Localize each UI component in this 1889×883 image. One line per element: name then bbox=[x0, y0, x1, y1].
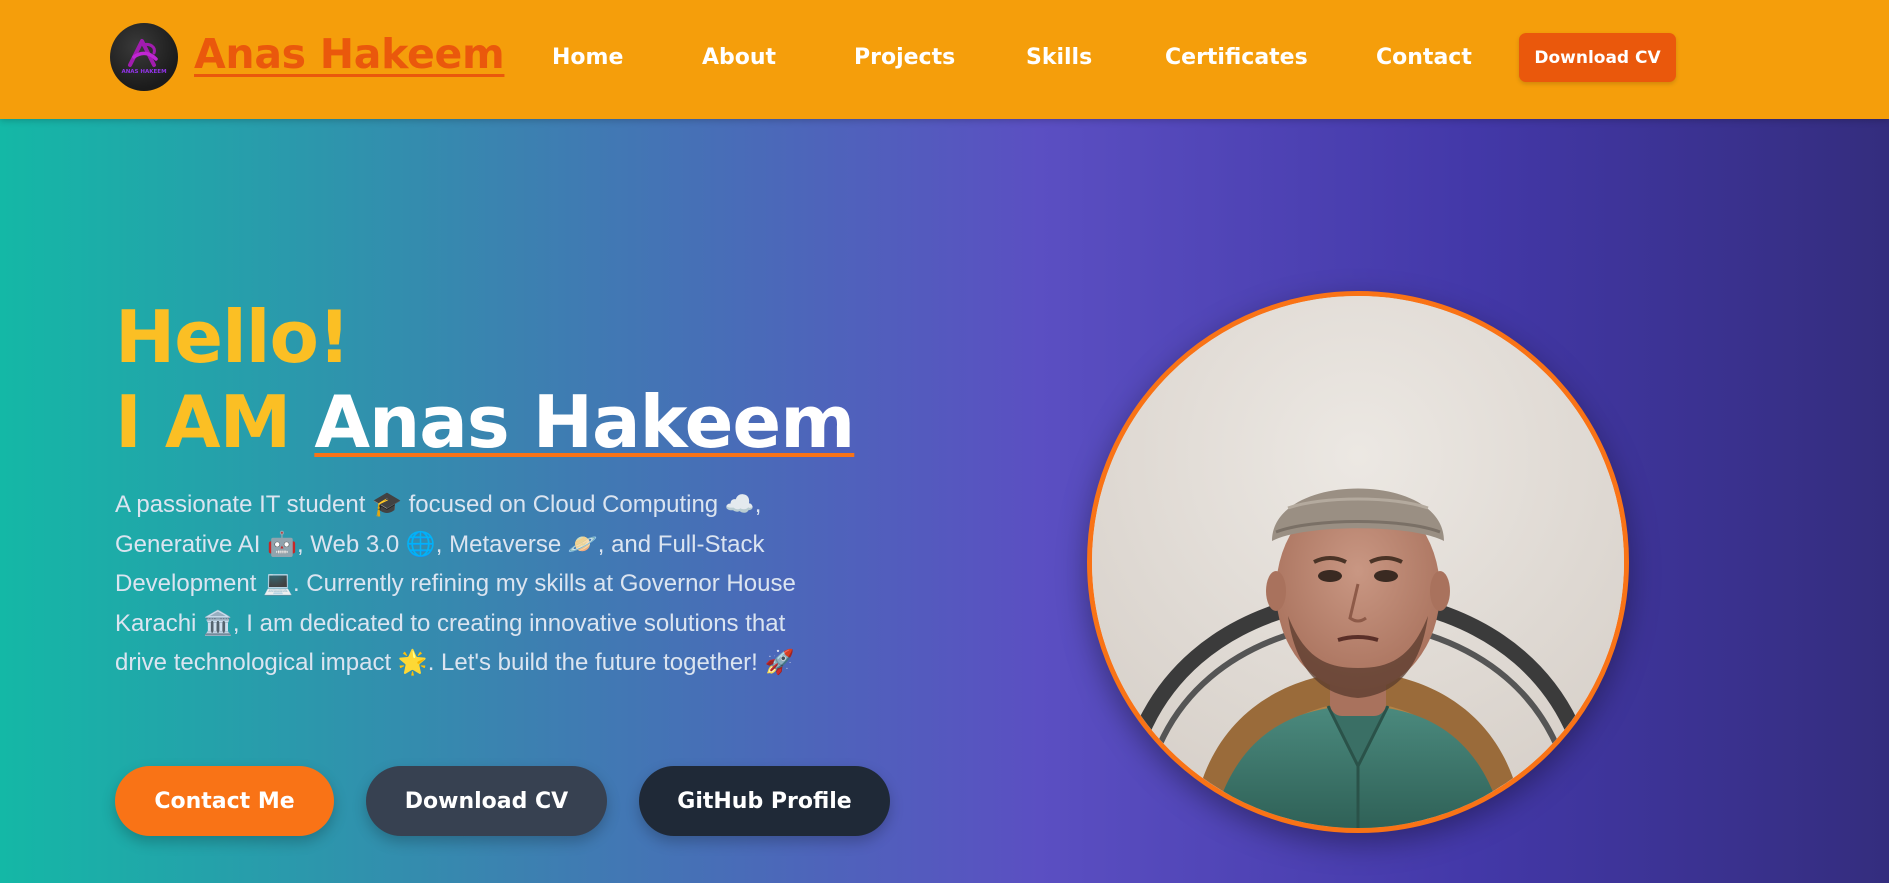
nav-home[interactable]: Home bbox=[552, 45, 623, 70]
nav-certificates[interactable]: Certificates bbox=[1165, 45, 1308, 70]
hero-description: A passionate IT student 🎓 focused on Clo… bbox=[115, 491, 796, 676]
hero-iam: I AM bbox=[115, 380, 291, 464]
navbar: ANAS HAKEEM Anas Hakeem Home About Proje… bbox=[0, 0, 1889, 119]
nav-projects[interactable]: Projects bbox=[854, 45, 955, 70]
nav-about[interactable]: About bbox=[702, 45, 776, 70]
hero-title: I AM Anas Hakeem bbox=[115, 379, 855, 465]
brand-name[interactable]: Anas Hakeem bbox=[194, 30, 505, 78]
hero-section: Hello! I AM Anas Hakeem A passionate IT … bbox=[0, 119, 1889, 883]
github-profile-button[interactable]: GitHub Profile bbox=[639, 766, 890, 836]
profile-photo bbox=[1087, 291, 1629, 833]
nav-download-cv-button[interactable]: Download CV bbox=[1519, 33, 1676, 82]
hero-greeting: Hello! bbox=[115, 295, 351, 379]
logo-text: ANAS HAKEEM bbox=[121, 69, 166, 75]
logo-icon[interactable]: ANAS HAKEEM bbox=[110, 23, 178, 91]
nav-skills[interactable]: Skills bbox=[1026, 45, 1092, 70]
profile-portrait-illustration bbox=[1092, 296, 1624, 828]
download-cv-button[interactable]: Download CV bbox=[366, 766, 607, 836]
nav-contact[interactable]: Contact bbox=[1376, 45, 1472, 70]
logo-mark: ANAS HAKEEM bbox=[121, 39, 167, 75]
contact-me-button[interactable]: Contact Me bbox=[115, 766, 334, 836]
hero-name: Anas Hakeem bbox=[314, 380, 855, 464]
